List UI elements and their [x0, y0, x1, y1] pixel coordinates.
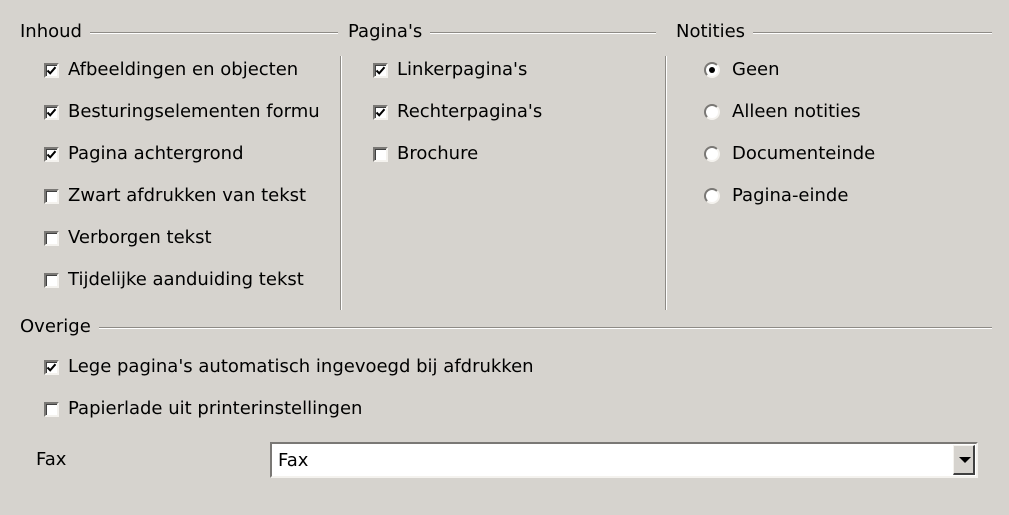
radio-icon[interactable]	[704, 62, 720, 78]
radio-label: Alleen notities	[732, 101, 861, 122]
checkmark-icon	[46, 108, 57, 117]
radio-icon[interactable]	[704, 104, 720, 120]
radio-geen[interactable]: Geen	[704, 58, 984, 82]
checkbox-label: Verborgen tekst	[68, 227, 212, 248]
checkbox-label: Besturingselementen formulier	[68, 101, 320, 122]
checkbox-besturingselementen[interactable]: Besturingselementen formulier	[44, 100, 320, 124]
checkmark-icon	[46, 66, 57, 75]
checkbox-rechterpaginas[interactable]: Rechterpagina's	[373, 100, 643, 124]
checkmark-icon	[375, 108, 386, 117]
checkbox-label: Lege pagina's automatisch ingevoegd bij …	[68, 356, 534, 377]
checkbox-label: Afbeeldingen en objecten	[68, 59, 299, 80]
radio-icon[interactable]	[704, 188, 720, 204]
checkbox-label: Tijdelijke aanduiding tekst	[68, 269, 304, 290]
checkbox-lege-paginas[interactable]: Lege pagina's automatisch ingevoegd bij …	[44, 355, 744, 379]
radio-pagina-einde[interactable]: Pagina-einde	[704, 184, 984, 208]
checkbox-label: Pagina achtergrond	[68, 143, 244, 164]
overige-divider	[20, 327, 992, 329]
checkbox-icon[interactable]	[44, 272, 59, 288]
column-divider	[665, 56, 667, 310]
checkbox-icon[interactable]	[44, 104, 59, 120]
checkbox-papierlade[interactable]: Papierlade uit printerinstellingen	[44, 397, 744, 421]
checkbox-pagina-achtergrond[interactable]: Pagina achtergrond	[44, 142, 320, 166]
checkbox-label: Zwart afdrukken van tekst	[68, 185, 307, 206]
checkbox-label: Rechterpagina's	[397, 101, 543, 122]
chevron-down-icon	[959, 457, 971, 463]
checkbox-verborgen-tekst[interactable]: Verborgen tekst	[44, 226, 320, 250]
checkmark-icon	[46, 150, 57, 159]
checkbox-label: Brochure	[397, 143, 479, 164]
radio-documenteinde[interactable]: Documenteinde	[704, 142, 984, 166]
checkbox-icon[interactable]	[44, 359, 59, 375]
radio-label: Geen	[732, 59, 780, 80]
fax-select[interactable]: Fax	[270, 442, 978, 478]
fax-select-value: Fax	[278, 450, 309, 471]
checkbox-icon[interactable]	[44, 230, 59, 246]
radio-dot-icon	[709, 67, 715, 73]
checkmark-icon	[46, 363, 57, 372]
checkbox-icon[interactable]	[44, 62, 59, 78]
checkbox-icon[interactable]	[373, 62, 388, 78]
inhoud-title: Inhoud	[20, 21, 90, 43]
checkbox-linkerpaginas[interactable]: Linkerpagina's	[373, 58, 643, 82]
checkbox-afbeeldingen[interactable]: Afbeeldingen en objecten	[44, 58, 320, 82]
column-divider	[340, 56, 342, 310]
checkbox-icon[interactable]	[373, 146, 388, 162]
radio-icon[interactable]	[704, 146, 720, 162]
fax-label: Fax	[36, 449, 67, 470]
checkbox-label: Papierlade uit printerinstellingen	[68, 398, 363, 419]
paginas-title: Pagina's	[348, 21, 431, 43]
radio-label: Documenteinde	[732, 143, 876, 164]
checkbox-zwart-afdrukken[interactable]: Zwart afdrukken van tekst	[44, 184, 320, 208]
checkbox-brochure[interactable]: Brochure	[373, 142, 643, 166]
radio-label: Pagina-einde	[732, 185, 849, 206]
notities-title: Notities	[676, 21, 754, 43]
checkbox-tijdelijke-aanduiding[interactable]: Tijdelijke aanduiding tekst	[44, 268, 320, 292]
checkbox-icon[interactable]	[44, 146, 59, 162]
checkbox-icon[interactable]	[44, 401, 59, 417]
overige-title: Overige	[20, 316, 99, 338]
checkbox-label: Linkerpagina's	[397, 59, 528, 80]
checkbox-icon[interactable]	[373, 104, 388, 120]
checkmark-icon	[375, 66, 386, 75]
dropdown-button[interactable]	[953, 445, 975, 475]
radio-alleen-notities[interactable]: Alleen notities	[704, 100, 984, 124]
checkbox-icon[interactable]	[44, 188, 59, 204]
